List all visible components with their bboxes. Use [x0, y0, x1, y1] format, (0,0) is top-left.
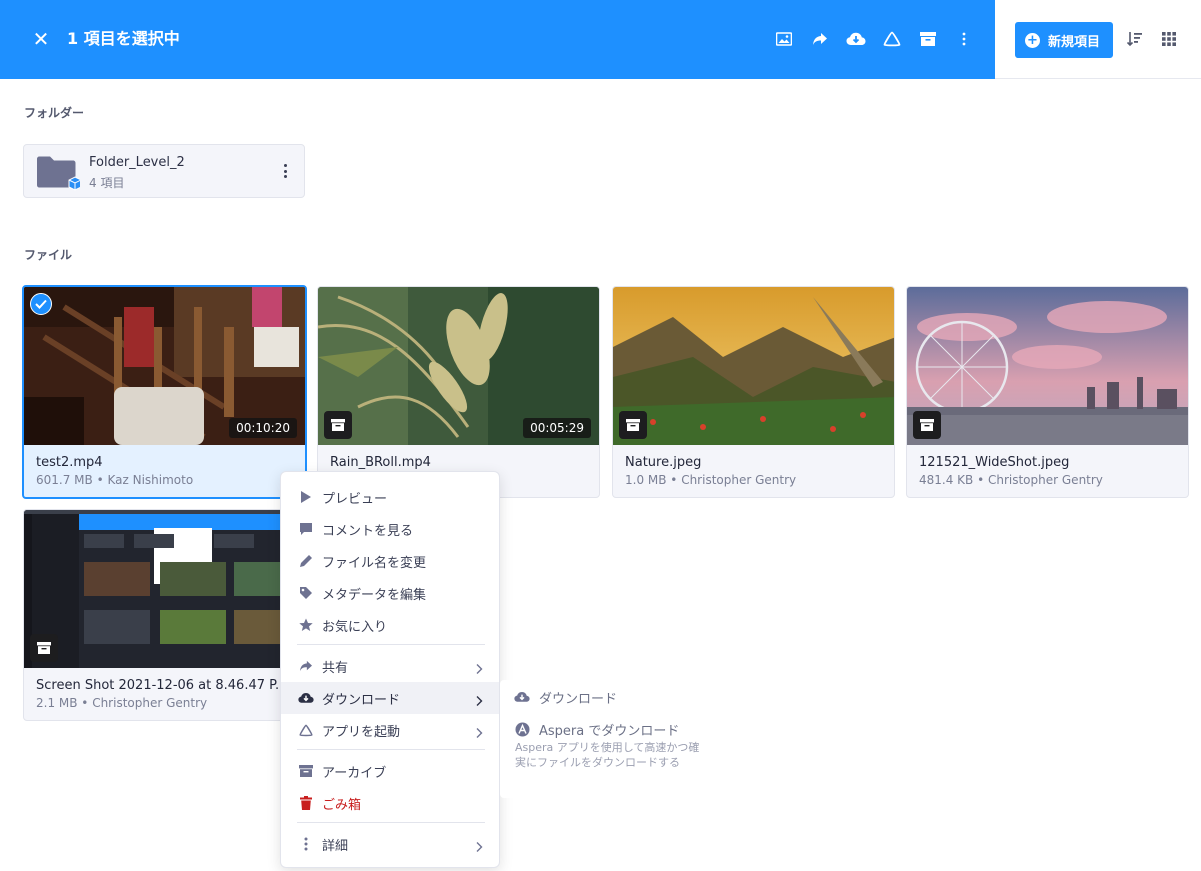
download-cloud-icon[interactable] — [844, 27, 868, 51]
folder-name: Folder_Level_2 — [89, 155, 185, 170]
image-thumbnail — [907, 287, 1188, 445]
image-icon[interactable] — [772, 27, 796, 51]
pencil-icon — [298, 553, 314, 569]
image-thumbnail — [24, 510, 305, 668]
menu-separator — [297, 822, 485, 823]
folder-item-count: 4 項目 — [89, 176, 125, 190]
new-item-label: 新規項目 — [1048, 34, 1101, 50]
archive-icon — [30, 634, 58, 662]
plus-circle-icon: + — [1025, 32, 1040, 48]
star-icon — [298, 617, 314, 633]
folder-more-button[interactable] — [278, 161, 292, 181]
folder-icon — [36, 155, 82, 191]
aspera-icon — [514, 721, 530, 737]
menu-item-label: アーカイブ — [322, 765, 387, 781]
chevron-right-icon — [473, 724, 485, 738]
trash-icon — [298, 795, 314, 811]
menu-item-trash[interactable]: ごみ箱 — [281, 787, 499, 819]
app-launch-icon[interactable] — [880, 27, 904, 51]
menu-separator — [297, 644, 485, 645]
chevron-right-icon — [473, 838, 485, 852]
selected-check-icon[interactable] — [30, 293, 52, 315]
menu-item-comments[interactable]: コメントを見る — [281, 513, 499, 545]
chevron-right-icon — [473, 660, 485, 674]
comment-icon — [298, 521, 314, 537]
share-icon — [298, 658, 314, 674]
folders-section-label: フォルダー — [24, 106, 85, 120]
chevron-right-icon — [473, 692, 485, 706]
context-menu: プレビュー コメントを見る ファイル名を変更 メタデータを編集 お気に入り 共有… — [280, 471, 500, 868]
more-vertical-icon — [298, 836, 314, 852]
menu-item-label: ごみ箱 — [322, 797, 362, 813]
menu-item-rename[interactable]: ファイル名を変更 — [281, 545, 499, 577]
submenu-item-download[interactable]: ダウンロード — [500, 681, 705, 713]
file-name: 121521_WideShot.jpeg — [919, 455, 1070, 470]
menu-separator — [297, 749, 485, 750]
menu-item-download[interactable]: ダウンロード — [281, 682, 499, 714]
menu-item-label: メタデータを編集 — [322, 587, 427, 603]
archive-icon — [324, 411, 352, 439]
image-thumbnail — [613, 287, 894, 445]
selection-toolbar: ✕ 1 項目を選択中 — [0, 0, 995, 79]
menu-item-label: 詳細 — [322, 838, 349, 854]
menu-item-launch-app[interactable]: アプリを起動 — [281, 714, 499, 746]
archive-icon — [913, 411, 941, 439]
download-cloud-icon — [514, 689, 530, 705]
file-name: test2.mp4 — [36, 455, 103, 470]
archive-icon — [619, 411, 647, 439]
file-meta: 1.0 MB • Christopher Gentry — [625, 473, 797, 487]
file-card[interactable]: 00:05:29 Rain_BRoll.mp4 — [317, 286, 600, 498]
video-duration: 00:10:20 — [229, 418, 297, 438]
menu-item-favorite[interactable]: お気に入り — [281, 609, 499, 641]
menu-item-details[interactable]: 詳細 — [281, 828, 499, 860]
menu-item-label: アプリを起動 — [322, 724, 401, 740]
menu-item-edit-metadata[interactable]: メタデータを編集 — [281, 577, 499, 609]
more-vertical-icon[interactable] — [952, 27, 976, 51]
file-meta: 2.1 MB • Christopher Gentry — [36, 696, 208, 710]
selection-title: 1 項目を選択中 — [67, 29, 180, 48]
grid-view-icon[interactable] — [1162, 31, 1178, 47]
files-section-label: ファイル — [24, 248, 73, 262]
menu-item-archive[interactable]: アーカイブ — [281, 755, 499, 787]
file-card[interactable]: 00:10:20 test2.mp4 601.7 MB • Kaz Nishim… — [22, 285, 307, 499]
file-name: Screen Shot 2021-12-06 at 8.46.47 P... — [36, 678, 288, 693]
menu-item-label: 共有 — [322, 660, 349, 676]
new-item-button[interactable]: + 新規項目 — [1015, 22, 1113, 58]
file-card[interactable]: 121521_WideShot.jpeg 481.4 KB • Christop… — [906, 286, 1189, 498]
play-icon — [298, 489, 314, 505]
sort-icon[interactable] — [1126, 31, 1143, 47]
submenu-item-label: ダウンロード — [539, 692, 618, 707]
app-launch-icon — [298, 722, 314, 738]
close-selection-button[interactable]: ✕ — [30, 27, 52, 51]
menu-item-preview[interactable]: プレビュー — [281, 481, 499, 513]
menu-item-label: お気に入り — [322, 619, 388, 635]
archive-icon — [298, 763, 314, 779]
download-submenu: ダウンロード Aspera でダウンロード Aspera アプリを使用して高速か… — [500, 680, 705, 798]
file-meta: 601.7 MB • Kaz Nishimoto — [36, 473, 194, 487]
share-icon[interactable] — [808, 27, 832, 51]
download-cloud-icon — [298, 690, 314, 706]
menu-item-label: ダウンロード — [322, 692, 401, 708]
file-card[interactable]: Nature.jpeg 1.0 MB • Christopher Gentry — [612, 286, 895, 498]
file-meta: 481.4 KB • Christopher Gentry — [919, 473, 1103, 487]
archive-icon[interactable] — [916, 27, 940, 51]
submenu-item-description: Aspera アプリを使用して高速かつ確実にファイルをダウンロードする — [515, 741, 700, 769]
folder-card[interactable]: Folder_Level_2 4 項目 — [23, 144, 305, 198]
submenu-item-label: Aspera でダウンロード — [539, 724, 680, 739]
file-name: Nature.jpeg — [625, 455, 702, 470]
menu-item-label: ファイル名を変更 — [322, 555, 427, 571]
video-duration: 00:05:29 — [523, 418, 591, 438]
menu-item-label: コメントを見る — [322, 523, 414, 539]
file-card[interactable]: Screen Shot 2021-12-06 at 8.46.47 P... 2… — [23, 509, 306, 721]
menu-item-label: プレビュー — [322, 491, 388, 507]
menu-item-share[interactable]: 共有 — [281, 650, 499, 682]
view-controls: + 新規項目 — [995, 0, 1201, 79]
tag-icon — [298, 585, 314, 601]
file-name: Rain_BRoll.mp4 — [330, 455, 431, 470]
submenu-item-aspera-download[interactable]: Aspera でダウンロード Aspera アプリを使用して高速かつ確実にファイ… — [500, 713, 705, 793]
